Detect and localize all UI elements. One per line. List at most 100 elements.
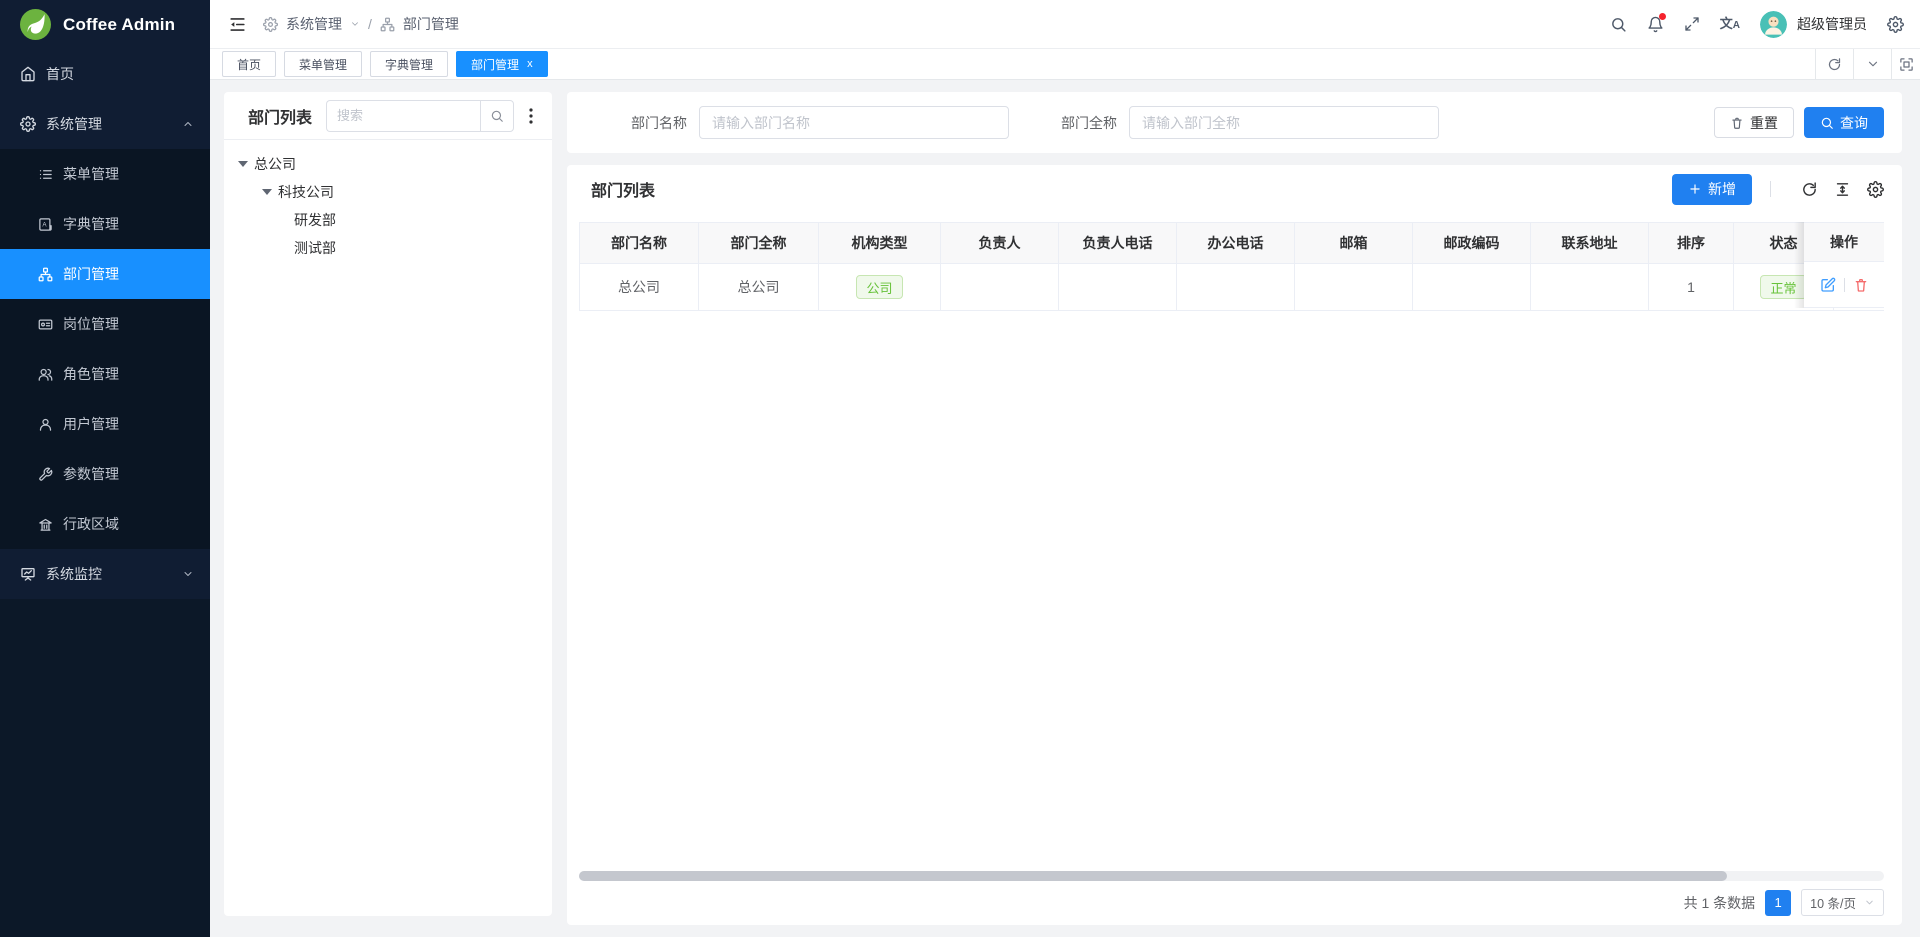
leaf-logo-icon	[20, 9, 51, 40]
tab-menu-mgmt[interactable]: 菜单管理	[284, 51, 362, 77]
column-header[interactable]: 邮政编码	[1413, 223, 1531, 263]
tab-label: 字典管理	[385, 56, 433, 73]
sidebar-item-region-mgmt[interactable]: 行政区域	[0, 499, 210, 549]
system-mgmt-submenu: 菜单管理 A 字典管理 部门管理 岗位管理 角色管理 用户管理 参数管理 行政区	[0, 149, 210, 549]
table-row[interactable]: 总公司 总公司 公司 1 正常	[579, 264, 1884, 311]
sidebar-item-label: 岗位管理	[63, 314, 119, 334]
search-icon[interactable]	[1610, 16, 1627, 33]
column-header[interactable]: 负责人	[941, 223, 1059, 263]
tab-dict-mgmt[interactable]: 字典管理	[370, 51, 448, 77]
sidebar-item-monitor[interactable]: 系统监控	[0, 549, 210, 599]
monitor-icon	[20, 566, 36, 582]
sidebar: Coffee Admin 首页 系统管理 菜单管理 A 字典管理 部门管理 岗位…	[0, 0, 210, 937]
edit-button[interactable]	[1820, 277, 1836, 293]
dept-tree-panel: 部门列表 总公司 科技公司 研发部	[224, 92, 552, 916]
settings-gear-icon[interactable]	[1887, 16, 1904, 33]
tree-node-child[interactable]: 科技公司	[224, 178, 552, 206]
app-logo[interactable]: Coffee Admin	[0, 0, 210, 49]
reset-button[interactable]: 重置	[1714, 107, 1794, 138]
column-header[interactable]: 办公电话	[1177, 223, 1295, 263]
sidebar-item-system-mgmt[interactable]: 系统管理	[0, 99, 210, 149]
sidebar-item-label: 行政区域	[63, 514, 119, 534]
tree-node-leaf[interactable]: 测试部	[224, 234, 552, 262]
sidebar-item-label: 首页	[46, 64, 74, 84]
tab-home[interactable]: 首页	[222, 51, 276, 77]
column-header[interactable]: 部门全称	[699, 223, 819, 263]
add-label: 新增	[1708, 179, 1736, 199]
caret-down-icon[interactable]	[238, 161, 248, 167]
maximize-icon	[1899, 57, 1914, 72]
sidebar-item-home[interactable]: 首页	[0, 49, 210, 99]
tree-search-button[interactable]	[480, 100, 514, 132]
tree-node-label: 总公司	[254, 154, 296, 174]
dept-fullname-input[interactable]	[1129, 106, 1439, 139]
translate-icon[interactable]: 文A	[1720, 17, 1740, 31]
sidebar-item-label: 角色管理	[63, 364, 119, 384]
row-height-button[interactable]	[1834, 181, 1851, 198]
users-icon	[38, 367, 53, 382]
dept-name-input[interactable]	[699, 106, 1009, 139]
close-icon[interactable]: x	[527, 59, 533, 70]
notification-bell[interactable]	[1647, 16, 1664, 33]
gear-icon	[263, 17, 278, 32]
trash-icon	[1730, 116, 1744, 130]
pagination-total: 共 1 条数据	[1684, 893, 1756, 913]
app-title: Coffee Admin	[63, 15, 175, 35]
sidebar-item-menu-mgmt[interactable]: 菜单管理	[0, 149, 210, 199]
caret-down-icon[interactable]	[262, 189, 272, 195]
username[interactable]: 超级管理员	[1797, 14, 1867, 34]
sidebar-item-post-mgmt[interactable]: 岗位管理	[0, 299, 210, 349]
horizontal-scrollbar-thumb[interactable]	[579, 871, 1727, 881]
column-header[interactable]: 机构类型	[819, 223, 941, 263]
plus-icon	[1688, 182, 1702, 196]
dept-table-card: 部门列表 新增 部门名称 部门全称	[567, 165, 1902, 925]
tree-search-input[interactable]	[326, 100, 480, 132]
chevron-down-icon	[350, 19, 360, 29]
search-label: 查询	[1840, 113, 1868, 133]
table-card-header: 部门列表 新增	[567, 165, 1902, 213]
tree-node-root[interactable]: 总公司	[224, 150, 552, 178]
sidebar-item-param-mgmt[interactable]: 参数管理	[0, 449, 210, 499]
menu-fold-icon[interactable]	[228, 15, 247, 34]
column-header[interactable]: 部门名称	[579, 223, 699, 263]
breadcrumb-item-system[interactable]: 系统管理	[286, 14, 342, 34]
tree-more-menu[interactable]	[522, 108, 540, 124]
cell-postcode	[1413, 264, 1531, 310]
column-header[interactable]: 邮箱	[1295, 223, 1413, 263]
horizontal-scrollbar-track[interactable]	[579, 871, 1884, 881]
chevron-down-icon	[1866, 57, 1880, 71]
sidebar-item-user-mgmt[interactable]: 用户管理	[0, 399, 210, 449]
tree-node-label: 科技公司	[278, 182, 334, 202]
tab-dept-mgmt[interactable]: 部门管理 x	[456, 51, 548, 77]
column-header[interactable]: 排序	[1649, 223, 1734, 263]
search-button[interactable]: 查询	[1804, 107, 1884, 138]
sidebar-item-dict-mgmt[interactable]: A 字典管理	[0, 199, 210, 249]
tab-list-dropdown[interactable]	[1853, 49, 1891, 79]
sidebar-item-label: 系统管理	[46, 114, 102, 134]
tab-label: 菜单管理	[299, 56, 347, 73]
home-icon	[20, 66, 36, 82]
sidebar-item-dept-mgmt[interactable]: 部门管理	[0, 249, 210, 299]
sidebar-item-role-mgmt[interactable]: 角色管理	[0, 349, 210, 399]
page-button-1[interactable]: 1	[1765, 890, 1791, 916]
tree-node-leaf[interactable]: 研发部	[224, 206, 552, 234]
header-actions: 文A 超级管理员	[1610, 11, 1904, 38]
table-refresh-button[interactable]	[1801, 181, 1818, 198]
filter-dept-fullname: 部门全称	[1061, 106, 1439, 139]
content-fullscreen-button[interactable]	[1891, 49, 1920, 79]
add-button[interactable]: 新增	[1672, 174, 1752, 205]
toolbar-divider	[1770, 181, 1771, 197]
top-header: 系统管理 / 部门管理 文A 超级管理员	[210, 0, 1920, 49]
page-size-select[interactable]: 10 条/页	[1801, 889, 1884, 916]
avatar[interactable]	[1760, 11, 1787, 38]
table-toolbar: 新增	[1672, 174, 1884, 205]
column-header[interactable]: 联系地址	[1531, 223, 1649, 263]
id-badge-icon	[38, 317, 53, 332]
column-header[interactable]: 负责人电话	[1059, 223, 1177, 263]
column-settings-button[interactable]	[1867, 181, 1884, 198]
refresh-tab-button[interactable]	[1815, 49, 1853, 79]
fullscreen-icon[interactable]	[1684, 16, 1700, 32]
dept-table: 部门名称 部门全称 机构类型 负责人 负责人电话 办公电话 邮箱 邮政编码 联系…	[579, 222, 1884, 311]
breadcrumb-item-dept[interactable]: 部门管理	[403, 14, 459, 34]
delete-button[interactable]	[1853, 277, 1869, 293]
